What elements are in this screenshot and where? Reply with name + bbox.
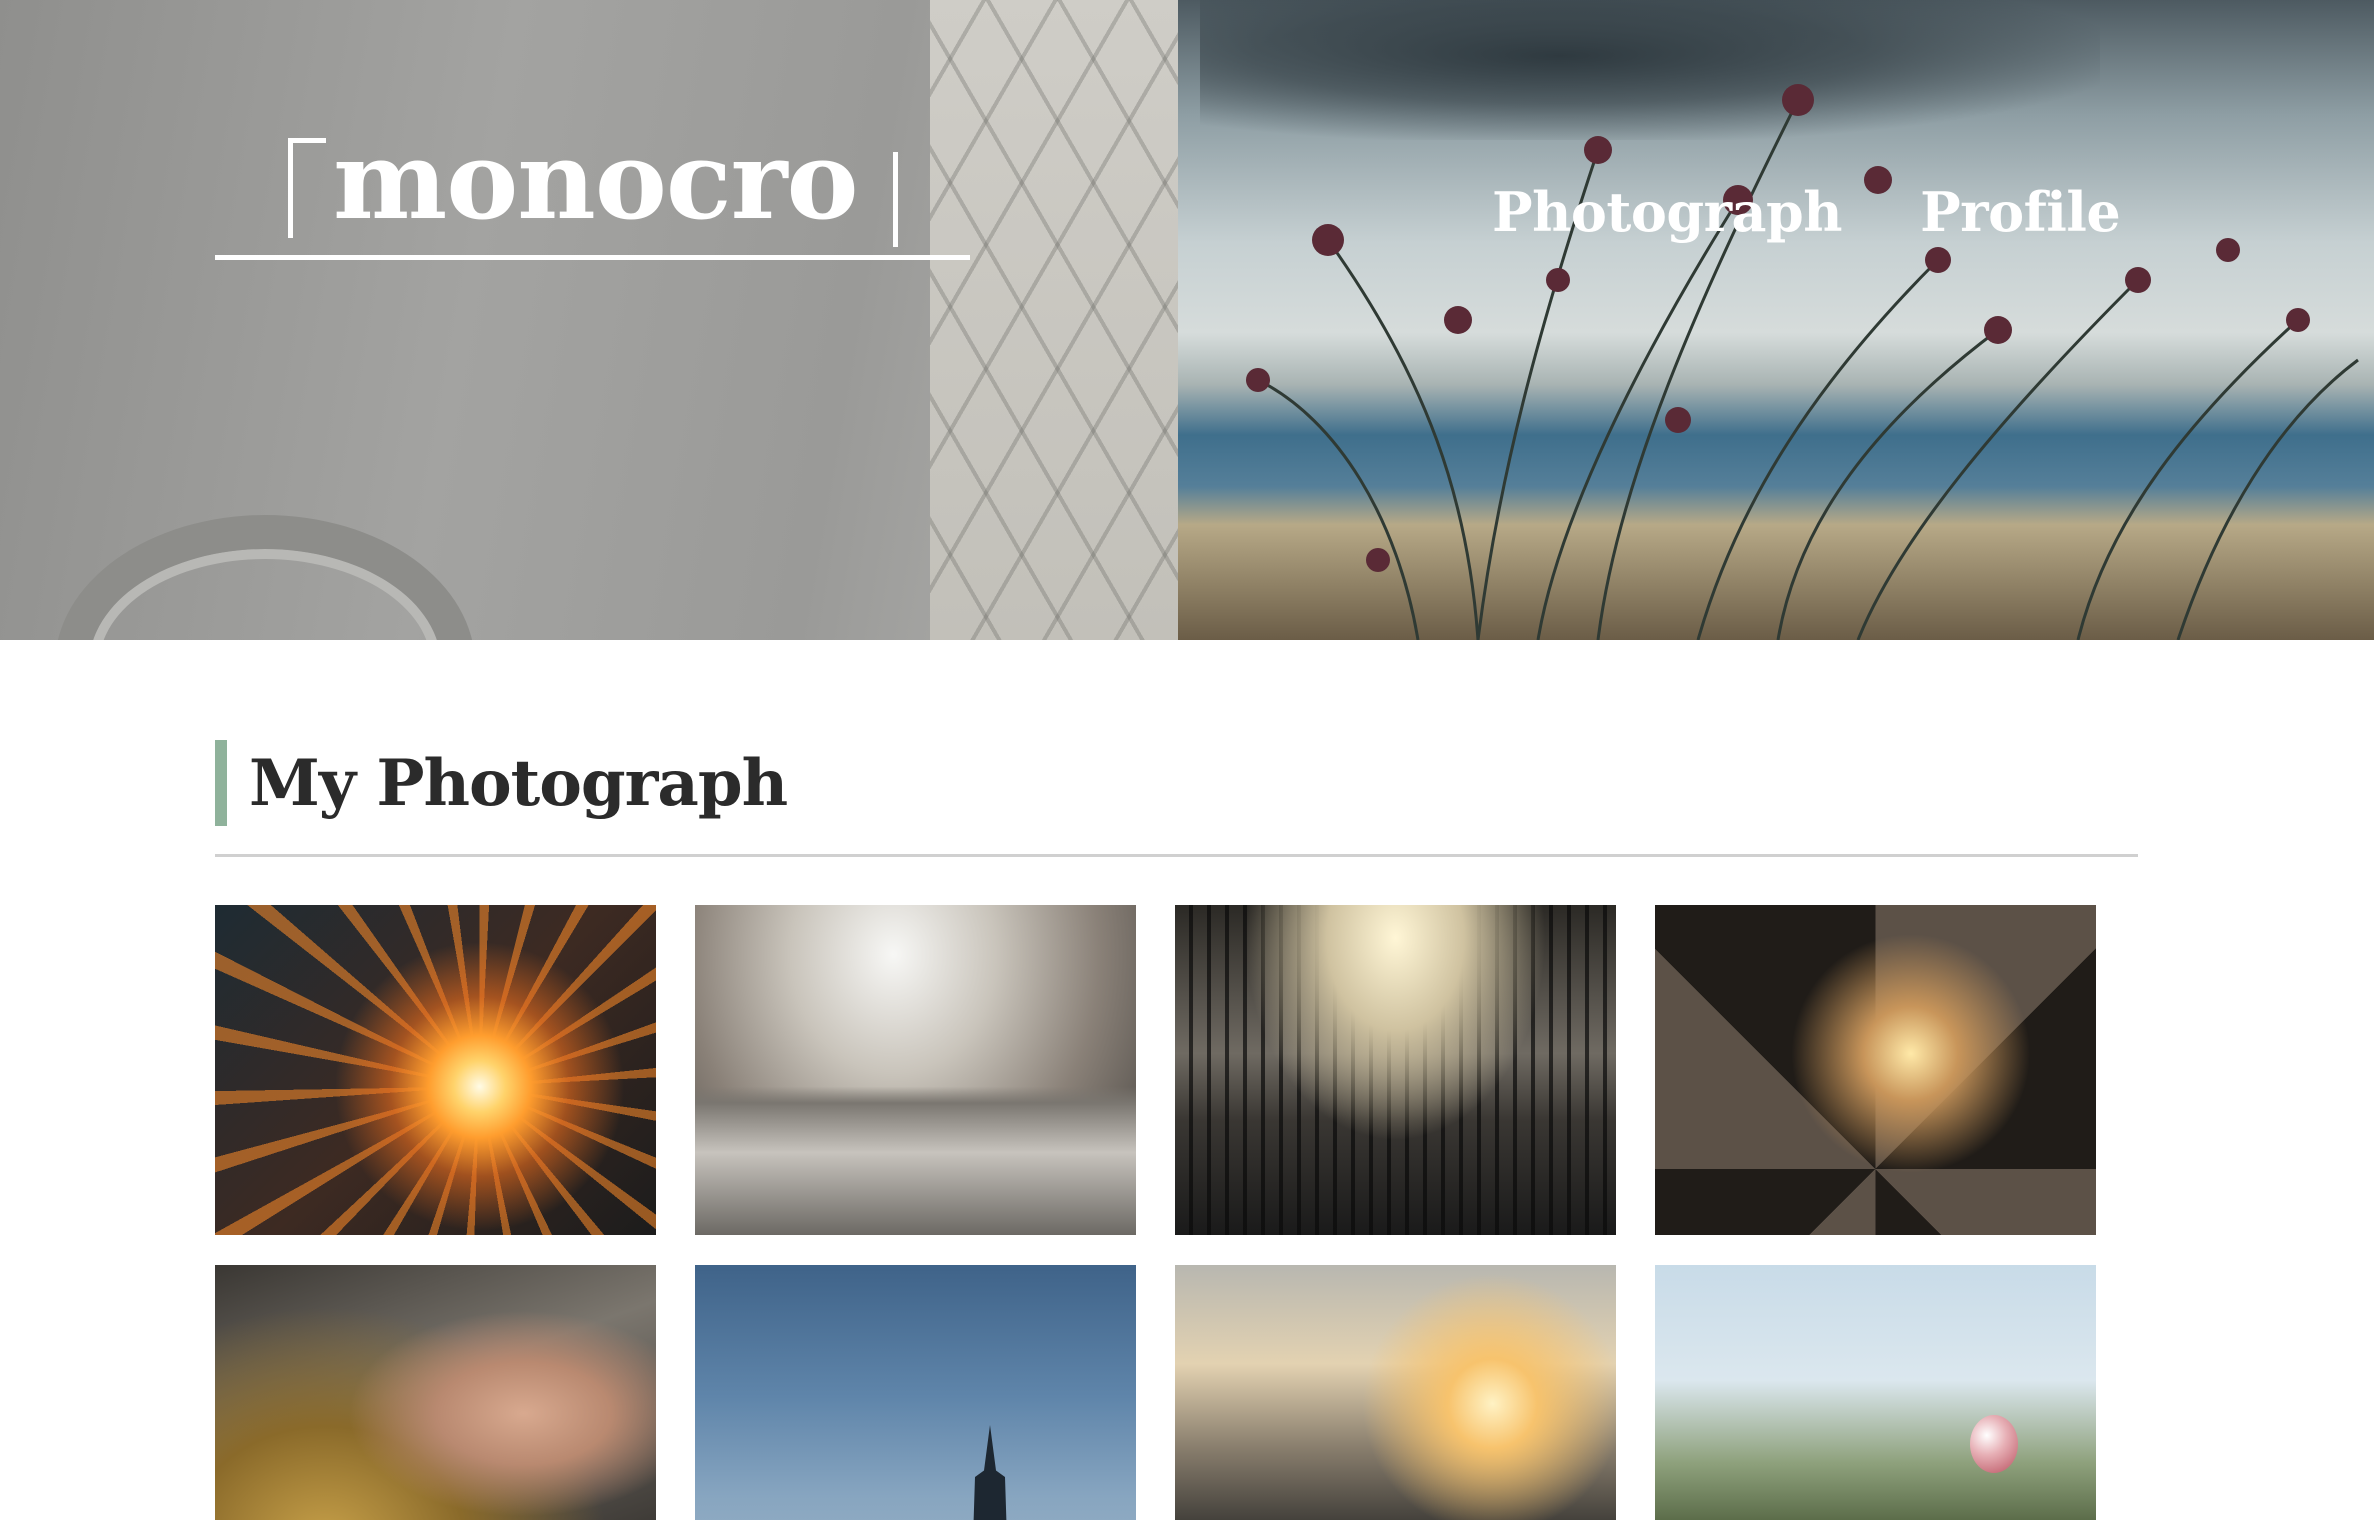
photo-engraving-hands[interactable] — [215, 1265, 656, 1520]
photo-carousel[interactable] — [1175, 905, 1616, 1235]
section-heading: My Photograph — [215, 740, 788, 826]
photo-birthday-cake[interactable] — [1655, 905, 2096, 1235]
logo-cursor-icon — [893, 152, 898, 247]
main-nav: Photograph Profile — [1492, 180, 2121, 244]
castle-silhouette — [972, 1425, 1008, 1520]
logo-bracket-icon — [288, 138, 326, 238]
logo-text: monocro — [333, 118, 859, 244]
balloon — [1970, 1415, 2018, 1473]
hero-flowers-illustration — [1246, 84, 2359, 640]
nav-link-photograph[interactable]: Photograph — [1492, 180, 1843, 244]
site-logo[interactable]: monocro — [215, 118, 970, 260]
photo-sunset-street[interactable] — [1175, 1265, 1616, 1520]
photo-gallery — [215, 905, 2099, 1520]
heading-accent-bar — [215, 740, 227, 826]
photo-sparkler[interactable] — [215, 905, 656, 1235]
hero-wallpaper-panel — [930, 0, 1185, 640]
hero-header: monocro Photograph Profile — [0, 0, 2374, 640]
section-divider — [215, 854, 2138, 857]
photo-barbecue[interactable] — [695, 905, 1136, 1235]
photo-castle-silhouette[interactable] — [695, 1265, 1136, 1520]
photo-park-balloon[interactable] — [1655, 1265, 2096, 1520]
nav-link-profile[interactable]: Profile — [1920, 180, 2121, 244]
section-title: My Photograph — [249, 745, 788, 821]
